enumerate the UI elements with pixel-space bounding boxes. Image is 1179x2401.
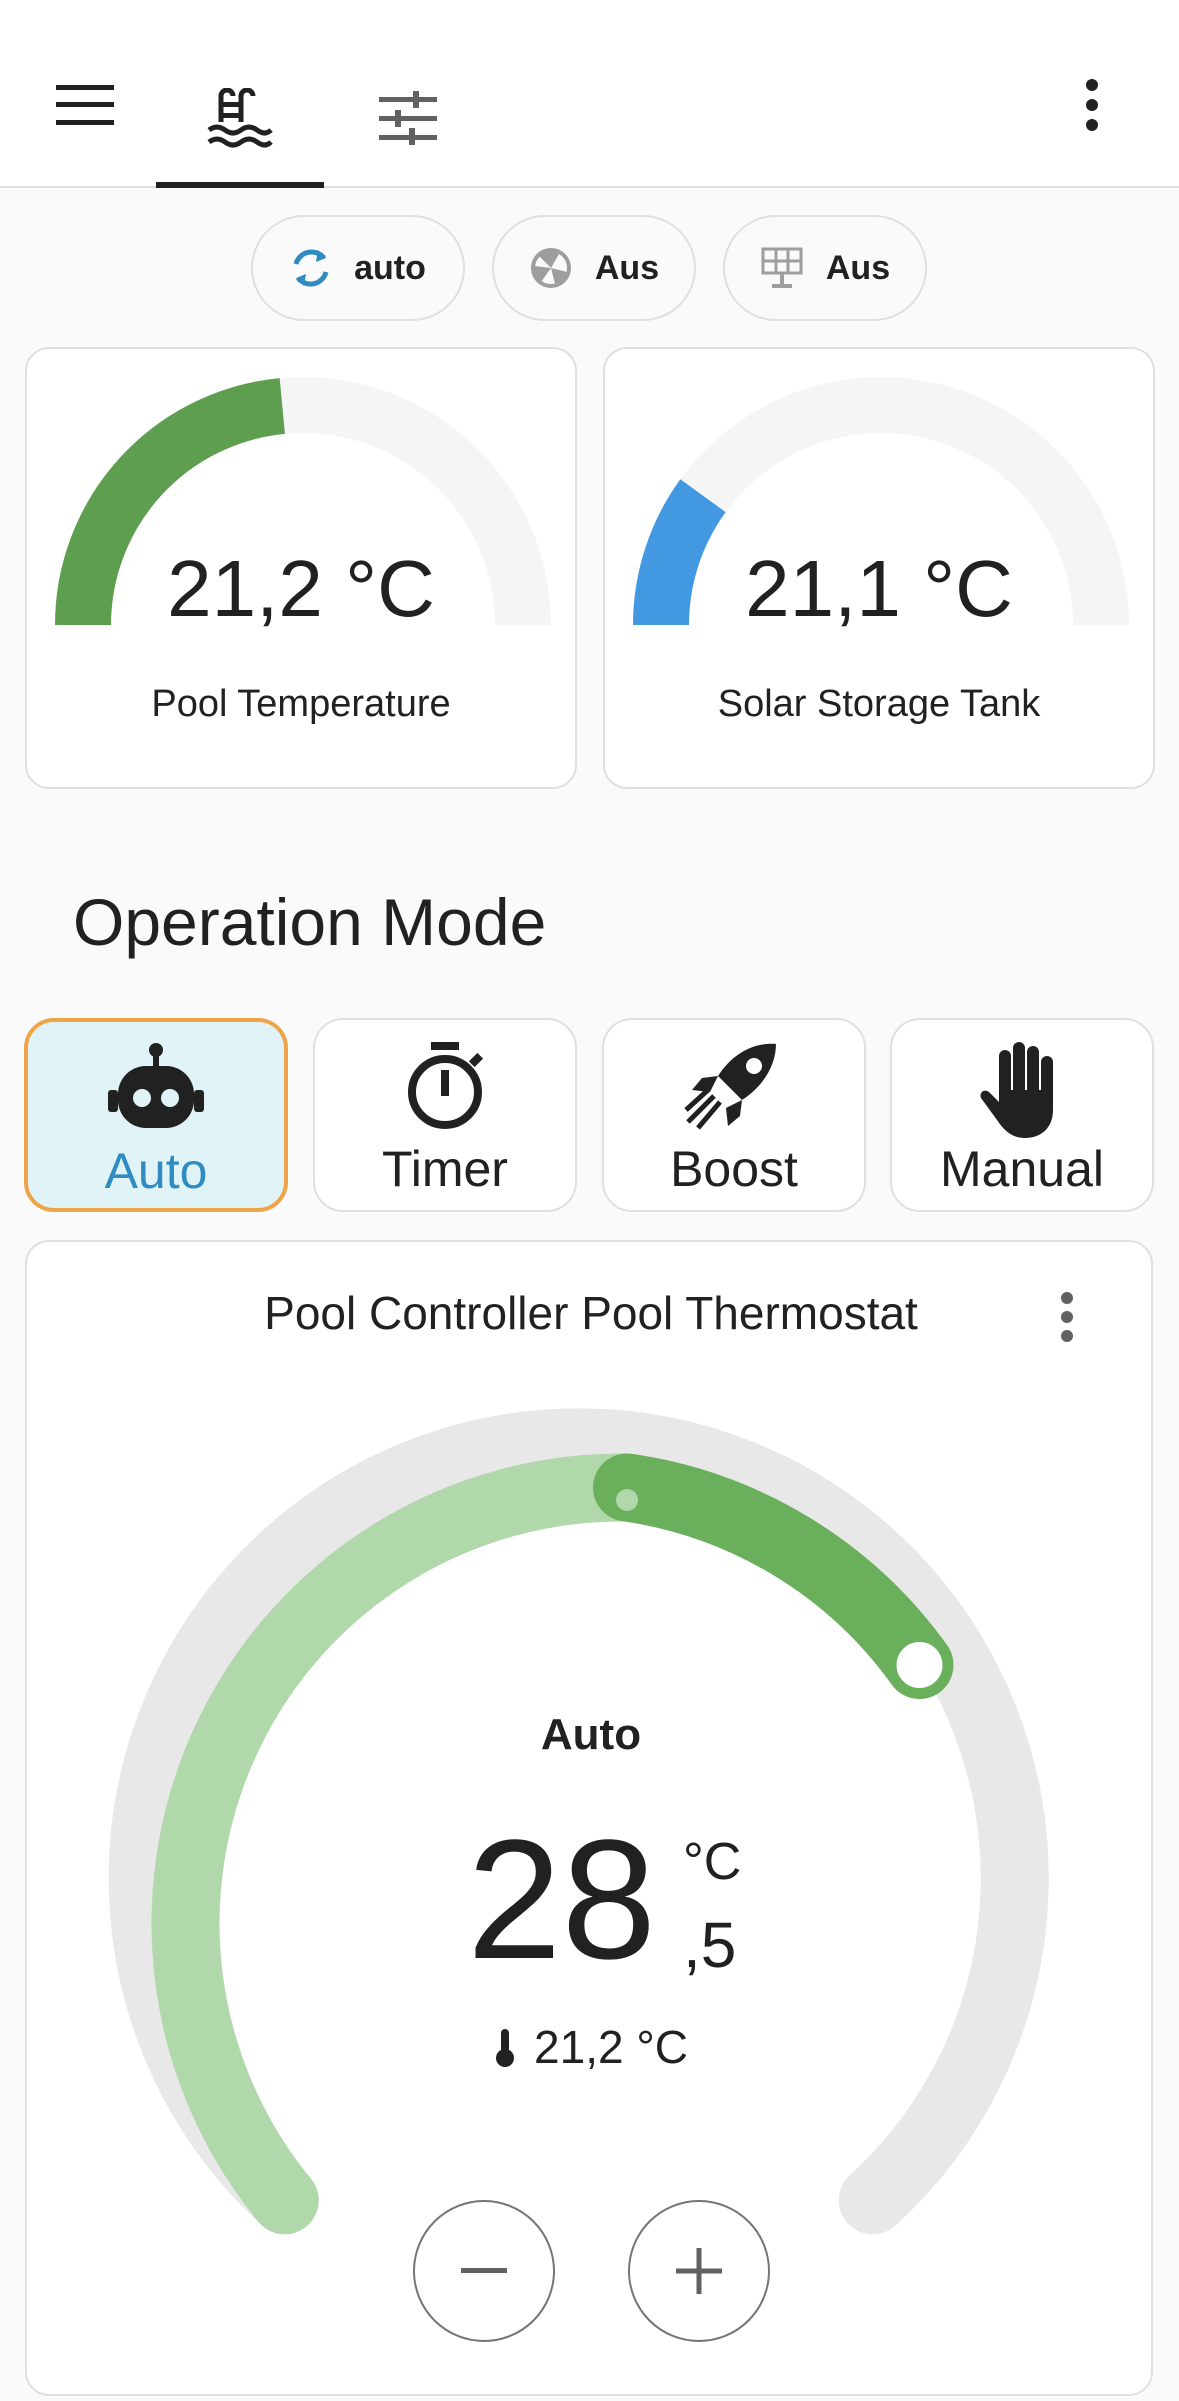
sync-icon [293, 249, 329, 287]
menu-icon [56, 85, 114, 125]
chip-label: Aus [825, 248, 891, 287]
mode-button-auto[interactable]: Auto [24, 1018, 288, 1212]
mode-button-timer[interactable]: Timer [313, 1018, 577, 1212]
mode-label: Boost [670, 1141, 798, 1197]
plus-icon [676, 2248, 722, 2294]
mode-label: Timer [382, 1141, 508, 1197]
target-unit: °C [683, 1833, 742, 1891]
target-temperature: 28 °C ,5 [467, 1810, 767, 1990]
gauge-value: 21,1 °C [745, 544, 1013, 633]
current-temperature: 21,2 °C [27, 2020, 1155, 2074]
top-app-bar [0, 0, 1179, 188]
more-options-button[interactable] [1052, 60, 1132, 150]
pool-temperature-gauge-card[interactable]: 21,2 °C Pool Temperature [25, 347, 577, 789]
thermostat-mode: Auto [540, 1710, 642, 1759]
robot-icon [108, 1043, 204, 1128]
minus-icon [461, 2268, 507, 2273]
target-handle [888, 1634, 951, 1696]
thermometer-icon [496, 2029, 515, 2067]
gauge-value: 21,2 °C [167, 544, 435, 633]
increase-temperature-button[interactable] [628, 2200, 770, 2342]
solar-storage-tank-gauge-card[interactable]: 21,1 °C Solar Storage Tank [603, 347, 1155, 789]
gauge-name: Solar Storage Tank [717, 683, 1041, 725]
chip-solar-pump[interactable]: Aus [492, 215, 696, 321]
target-integer: 28 [467, 1805, 657, 1995]
solar-panel-icon [761, 247, 803, 288]
chip-label: auto [354, 248, 426, 287]
gauge-name: Pool Temperature [151, 683, 451, 725]
tab-pool[interactable] [156, 48, 324, 188]
pool-icon [207, 88, 273, 148]
current-temp-marker [616, 1489, 638, 1511]
menu-button[interactable] [40, 60, 130, 150]
thermostat-card: Pool Controller Pool Thermostat Auto 28 … [25, 1240, 1153, 2396]
mode-button-boost[interactable]: Boost [602, 1018, 866, 1212]
tab-controls[interactable] [340, 48, 476, 188]
hand-icon [980, 1042, 1053, 1138]
tune-icon [379, 91, 437, 145]
timer-icon [408, 1042, 484, 1129]
mode-label: Manual [940, 1141, 1104, 1197]
decrease-temperature-button[interactable] [413, 2200, 555, 2342]
tab-indicator [156, 182, 324, 188]
section-title: Operation Mode [73, 885, 547, 959]
chip-solar-panel[interactable]: Aus [723, 215, 927, 321]
mode-button-manual[interactable]: Manual [890, 1018, 1154, 1212]
mode-label: Auto [104, 1143, 208, 1199]
chip-mode[interactable]: auto [251, 215, 465, 321]
rocket-icon [684, 1043, 776, 1130]
more-vert-icon [1086, 79, 1098, 131]
current-temperature-value: 21,2 °C [534, 2021, 688, 2073]
chip-label: Aus [594, 248, 660, 287]
solar-pump-icon [530, 248, 571, 288]
target-decimal: ,5 [683, 1909, 737, 1981]
